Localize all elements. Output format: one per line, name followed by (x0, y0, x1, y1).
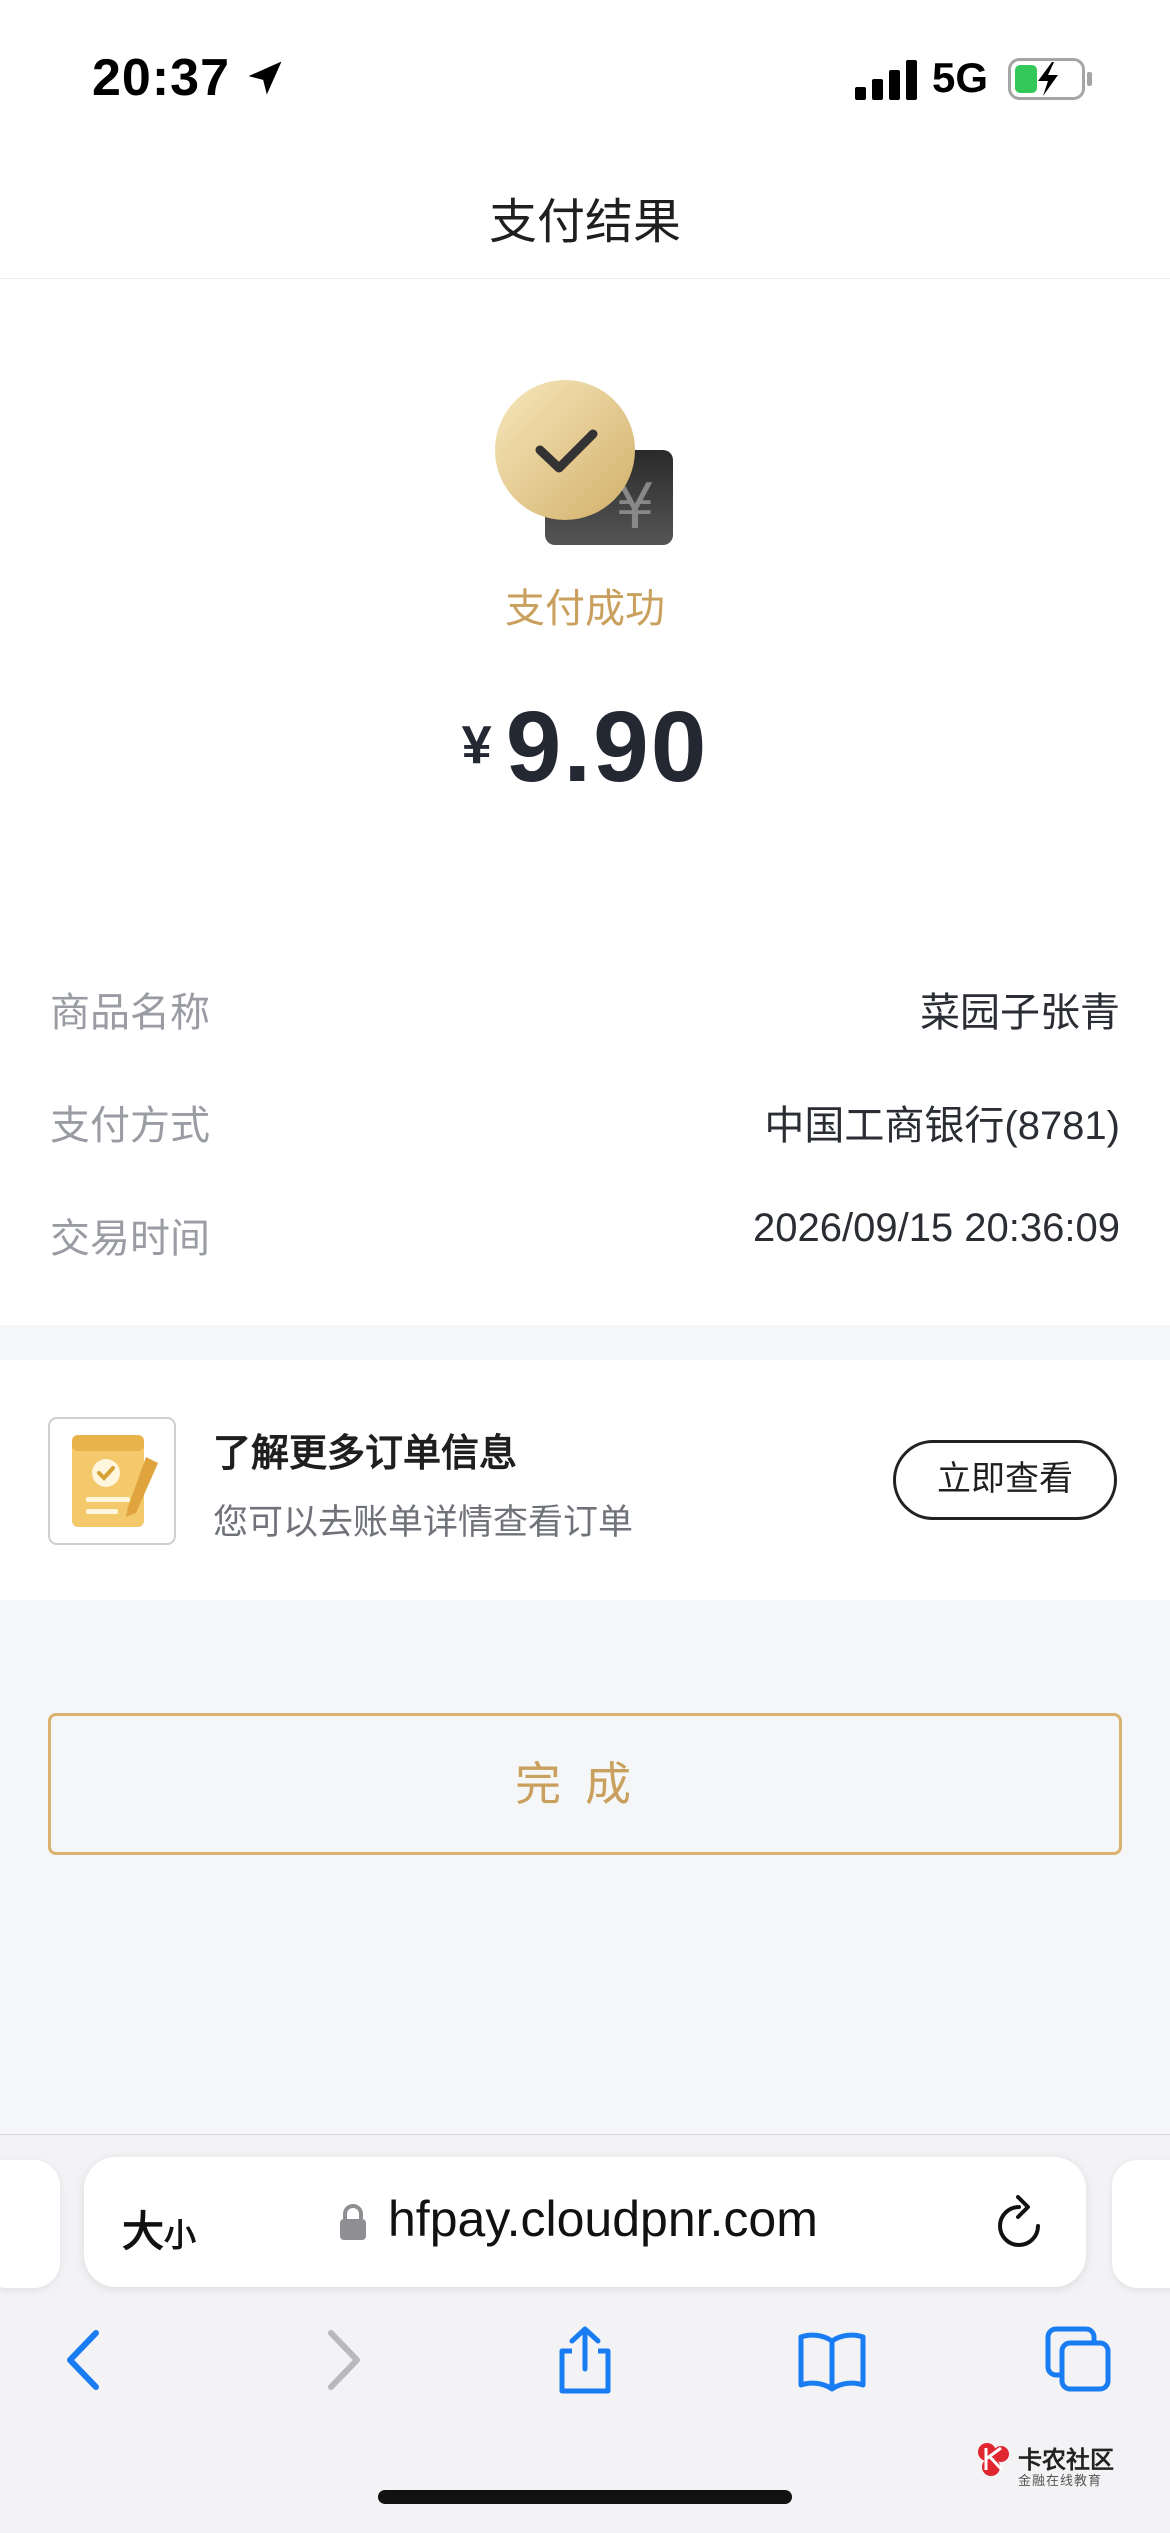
battery-charging-icon (1008, 58, 1092, 100)
detail-value: 中国工商银行(8781) (764, 1104, 1120, 1148)
reload-icon[interactable] (994, 2195, 1044, 2251)
detail-row-payment-method: 支付方式 中国工商银行(8781) (50, 1093, 1120, 1153)
previous-tab-preview[interactable] (0, 2160, 60, 2288)
detail-label: 商品名称 (50, 991, 210, 1035)
tabs-icon[interactable] (1044, 2325, 1114, 2395)
view-order-button[interactable]: 立即查看 (893, 1440, 1117, 1520)
cellular-signal-icon (855, 60, 917, 100)
detail-row-product: 商品名称 菜园子张青 (50, 980, 1120, 1040)
network-type-label: 5G (932, 54, 989, 101)
url-text[interactable]: hfpay.cloudpnr.com (388, 2190, 818, 2248)
order-document-icon (48, 1417, 176, 1545)
payment-success-icon: ¥ (495, 380, 673, 545)
back-icon[interactable] (52, 2325, 122, 2395)
page-title: 支付结果 (488, 196, 681, 249)
info-card-title: 了解更多订单信息 (213, 1433, 518, 1475)
location-arrow-icon (248, 61, 282, 95)
forward-icon[interactable] (305, 2325, 375, 2395)
text-size-button[interactable]: 大小 (122, 2198, 196, 2259)
payment-amount: ¥9.90 (0, 690, 1170, 805)
text-size-small-glyph: 小 (164, 2217, 197, 2253)
bookmarks-icon[interactable] (797, 2325, 867, 2395)
info-card-subtitle: 您可以去账单详情查看订单 (213, 1503, 634, 1542)
kanong-logo-icon (978, 2443, 1009, 2476)
detail-value: 2026/09/15 20:36:09 (752, 1206, 1120, 1250)
amount-value: 9.90 (505, 691, 709, 803)
lock-icon (340, 2204, 366, 2240)
watermark-subtitle: 金融在线教育 (1018, 2473, 1103, 2488)
next-tab-preview[interactable] (1112, 2160, 1170, 2288)
done-button[interactable]: 完成 (48, 1713, 1122, 1855)
home-indicator[interactable] (378, 2490, 792, 2504)
payment-status-text: 支付成功 (505, 587, 665, 631)
share-icon[interactable] (550, 2325, 620, 2395)
detail-label: 交易时间 (50, 1217, 210, 1261)
detail-row-transaction-time: 交易时间 2026/09/15 20:36:09 (50, 1206, 1120, 1266)
currency-symbol: ¥ (461, 715, 492, 775)
detail-label: 支付方式 (50, 1104, 210, 1148)
detail-value: 菜园子张青 (920, 991, 1120, 1035)
status-time: 20:37 (92, 49, 230, 107)
text-size-large-glyph: 大 (122, 2208, 165, 2255)
